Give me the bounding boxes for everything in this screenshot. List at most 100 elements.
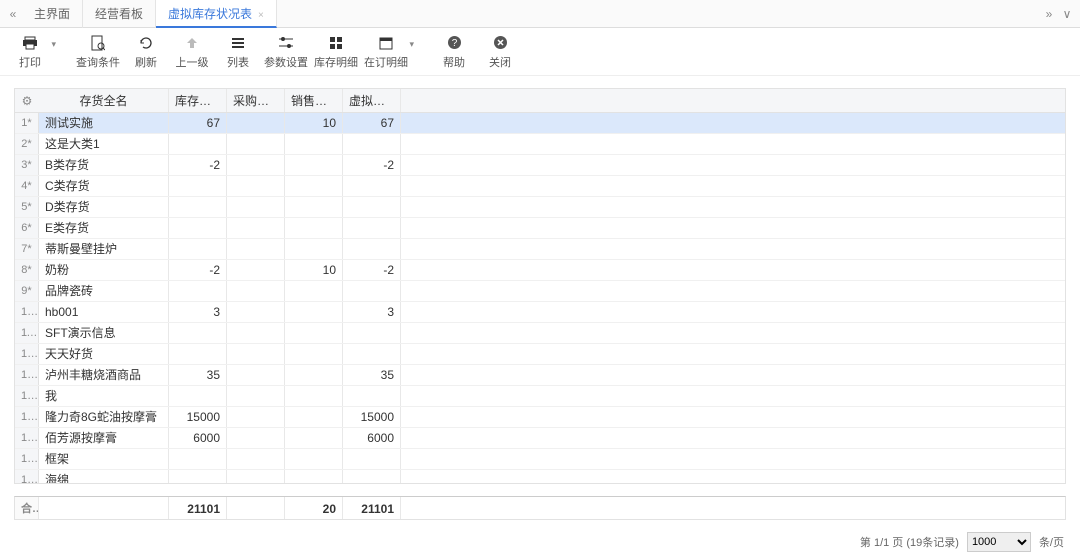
cell-virtual — [343, 470, 401, 484]
cell-stock: -2 — [169, 260, 227, 280]
gear-icon[interactable]: ⚙ — [15, 89, 39, 112]
cell-sales — [285, 428, 343, 448]
close-icon — [491, 34, 509, 52]
cell-virtual — [343, 386, 401, 406]
cell-name: E类存货 — [39, 218, 169, 238]
table-row[interactable]: 15隆力奇8G蛇油按摩膏1500015000 — [15, 407, 1065, 428]
row-index: 6* — [15, 218, 39, 238]
totals-label: 合计 — [15, 497, 39, 519]
close-button[interactable]: 关闭 — [480, 31, 520, 73]
table-row[interactable]: 12*天天好货 — [15, 344, 1065, 365]
page-size-select[interactable]: 1000 — [967, 532, 1031, 552]
col-header-name[interactable]: 存货全名 — [39, 89, 169, 112]
cell-sales — [285, 470, 343, 484]
up-level-button[interactable]: 上一级 — [172, 31, 212, 73]
table-row[interactable]: 3*B类存货-2-2 — [15, 155, 1065, 176]
cell-virtual — [343, 281, 401, 301]
cell-stock — [169, 218, 227, 238]
table-row[interactable]: 18海绵 — [15, 470, 1065, 484]
cell-purchase — [227, 428, 285, 448]
cell-virtual: 3 — [343, 302, 401, 322]
row-index: 14 — [15, 386, 39, 406]
tab-nav-prev[interactable]: « — [4, 7, 22, 21]
row-index: 17 — [15, 449, 39, 469]
cell-purchase — [227, 449, 285, 469]
row-index: 12* — [15, 344, 39, 364]
search-doc-icon — [89, 34, 107, 52]
col-header-virtual[interactable]: 虚拟库存 — [343, 89, 401, 112]
table-row[interactable]: 13*泸州丰糖烧酒商品3535 — [15, 365, 1065, 386]
cell-name: 我 — [39, 386, 169, 406]
caret-icon: ▾ — [51, 39, 56, 50]
tab-2[interactable]: 虚拟库存状况表× — [156, 0, 277, 28]
query-label: 查询条件 — [76, 54, 120, 70]
detail-label: 库存明细 — [314, 54, 358, 70]
table-row[interactable]: 4*C类存货 — [15, 176, 1065, 197]
tab-1[interactable]: 经营看板 — [83, 0, 156, 28]
tab-dropdown[interactable]: ∨ — [1058, 7, 1076, 21]
table-row[interactable]: 6*E类存货 — [15, 218, 1065, 239]
cell-sales — [285, 449, 343, 469]
table-row[interactable]: 7*蒂斯曼壁挂炉 — [15, 239, 1065, 260]
help-icon: ? — [445, 34, 463, 52]
params-button[interactable]: 参数设置 — [264, 31, 308, 73]
table-row[interactable]: 2*这是大类1 — [15, 134, 1065, 155]
help-button[interactable]: ? 帮助 — [434, 31, 474, 73]
cell-sales — [285, 134, 343, 154]
table-row[interactable]: 10hb00133 — [15, 302, 1065, 323]
cell-purchase — [227, 281, 285, 301]
refresh-label: 刷新 — [135, 54, 157, 70]
table-row[interactable]: 11*SFT演示信息 — [15, 323, 1065, 344]
help-label: 帮助 — [443, 54, 465, 70]
row-index: 3* — [15, 155, 39, 175]
cell-stock: 3 — [169, 302, 227, 322]
cell-purchase — [227, 260, 285, 280]
table-row[interactable]: 1*测试实施671067 — [15, 113, 1065, 134]
row-index: 7* — [15, 239, 39, 259]
cell-stock: 35 — [169, 365, 227, 385]
tab-0[interactable]: 主界面 — [22, 0, 83, 28]
row-index: 13* — [15, 365, 39, 385]
table-row[interactable]: 9*品牌瓷砖 — [15, 281, 1065, 302]
close-label: 关闭 — [489, 54, 511, 70]
query-button[interactable]: 查询条件 — [76, 31, 120, 73]
table-row[interactable]: 5*D类存货 — [15, 197, 1065, 218]
cell-virtual: 15000 — [343, 407, 401, 427]
cell-sales: 10 — [285, 113, 343, 133]
table-row[interactable]: 17框架 — [15, 449, 1065, 470]
table-row[interactable]: 8*奶粉-210-2 — [15, 260, 1065, 281]
cell-purchase — [227, 302, 285, 322]
cell-virtual — [343, 176, 401, 196]
order-button[interactable]: 在订明细 ▾ — [364, 31, 408, 73]
cell-sales — [285, 365, 343, 385]
up-label: 上一级 — [176, 54, 209, 70]
cell-sales — [285, 281, 343, 301]
detail-button[interactable]: 库存明细 — [314, 31, 358, 73]
tab-nav-next[interactable]: » — [1040, 7, 1058, 21]
cell-virtual — [343, 134, 401, 154]
totals-stock: 21101 — [169, 497, 227, 519]
table-row[interactable]: 14我 — [15, 386, 1065, 407]
svg-text:?: ? — [451, 38, 457, 49]
print-button[interactable]: 打印 ▾ — [10, 31, 50, 73]
cell-virtual: -2 — [343, 155, 401, 175]
table-row[interactable]: 16佰芳源按摩膏60006000 — [15, 428, 1065, 449]
col-header-stock[interactable]: 库存数量 — [169, 89, 227, 112]
col-header-purchase[interactable]: 采购在订量 — [227, 89, 285, 112]
cell-stock: -2 — [169, 155, 227, 175]
cell-purchase — [227, 323, 285, 343]
cell-name: 测试实施 — [39, 113, 169, 133]
row-index: 18 — [15, 470, 39, 484]
data-grid: ⚙ 存货全名 库存数量 采购在订量 销售在订量 虚拟库存 1*测试实施67106… — [14, 88, 1066, 484]
cell-purchase — [227, 134, 285, 154]
totals-sales: 20 — [285, 497, 343, 519]
refresh-button[interactable]: 刷新 — [126, 31, 166, 73]
tab-close-icon[interactable]: × — [258, 10, 264, 21]
list-button[interactable]: 列表 — [218, 31, 258, 73]
cell-purchase — [227, 239, 285, 259]
cell-virtual: 35 — [343, 365, 401, 385]
col-header-sales[interactable]: 销售在订量 — [285, 89, 343, 112]
cell-name: B类存货 — [39, 155, 169, 175]
cell-name: D类存货 — [39, 197, 169, 217]
cell-stock: 67 — [169, 113, 227, 133]
